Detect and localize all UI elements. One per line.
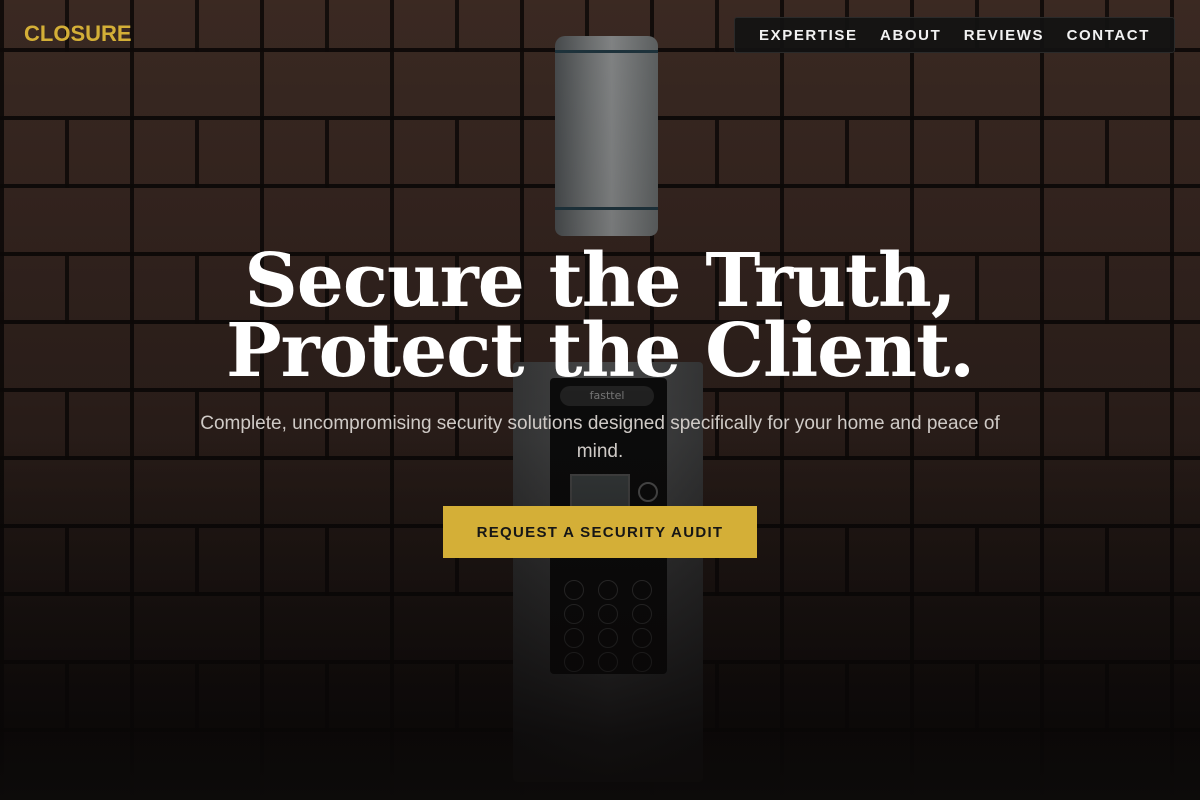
brand-logo[interactable]: CLOSURE xyxy=(24,21,132,47)
nav-link-contact[interactable]: CONTACT xyxy=(1067,27,1150,44)
hero-headline: Secure the Truth, Protect the Client. xyxy=(0,238,1200,394)
hero-subtitle: Complete, uncompromising security soluti… xyxy=(200,413,1000,462)
hero-section: fasttel CLOSURE EXPERTISE ABOUT RE xyxy=(0,0,1200,800)
hero-headline-line-1: Secure the Truth, xyxy=(244,238,956,324)
nav-link-about[interactable]: ABOUT xyxy=(880,27,941,44)
request-audit-button[interactable]: REQUEST A SECURITY AUDIT xyxy=(443,506,757,558)
nav-link-reviews[interactable]: REVIEWS xyxy=(964,27,1044,44)
hero-headline-line-2: Protect the Client. xyxy=(225,308,975,394)
nav-link-expertise[interactable]: EXPERTISE xyxy=(759,27,858,44)
main-nav: EXPERTISE ABOUT REVIEWS CONTACT xyxy=(734,17,1175,53)
hero-dark-overlay xyxy=(0,0,1200,800)
